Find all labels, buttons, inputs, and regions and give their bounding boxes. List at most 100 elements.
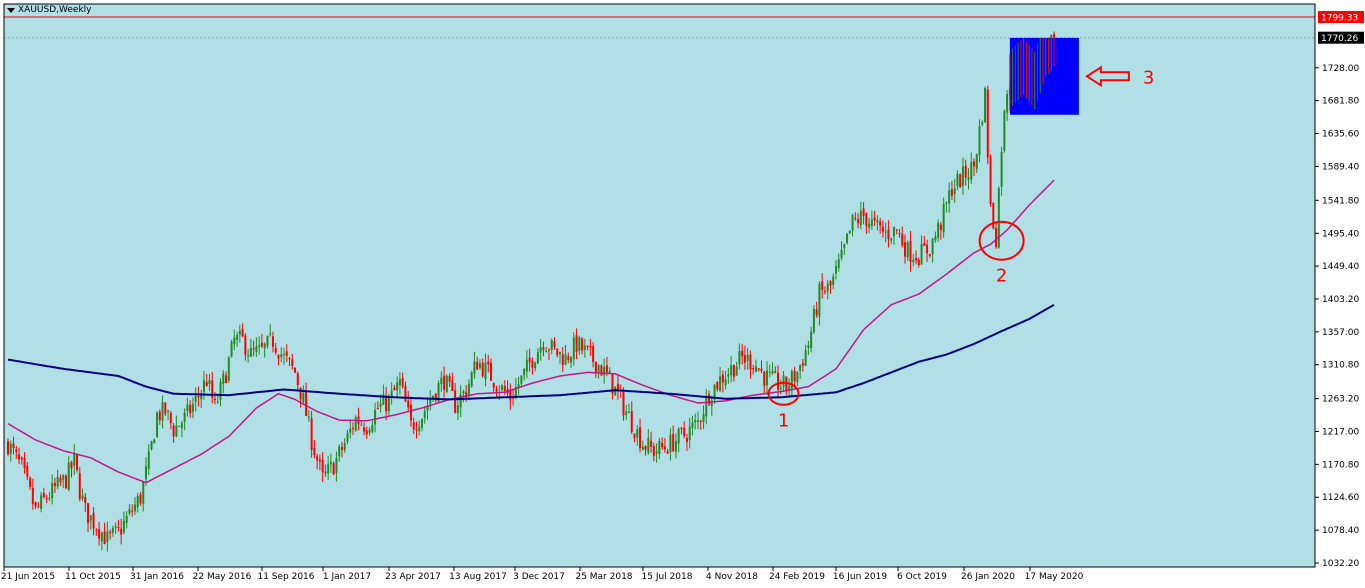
candle-body [9,443,12,455]
candle-body [81,495,84,499]
candle-body [669,434,672,453]
candle-body [440,377,443,385]
candle-body [749,354,752,370]
candle-body [263,343,266,349]
x-tick-label: 11 Oct 2015 [65,572,121,582]
candle-body [136,496,139,508]
candle-body [481,362,484,377]
dropdown-triangle-icon[interactable] [7,7,15,13]
candle-body [216,401,219,403]
candle-body [98,528,101,539]
candle-body [202,380,205,392]
candle-body [59,477,62,483]
candle-body [801,362,804,366]
x-tick-label: 21 Jun 2015 [1,572,55,582]
candle-body [401,378,404,387]
candle-body [40,495,43,509]
candle-body [445,376,448,393]
candle-body [691,422,694,428]
candle-body [352,428,354,430]
candle-body [633,433,636,439]
candle-body [857,219,860,224]
annotation-label: 3 [1143,67,1154,88]
candle-body [208,380,211,385]
candle-body [158,411,161,421]
candle-body [760,368,763,371]
candle-body [743,355,746,363]
candle-body [561,354,564,366]
candle-body [476,361,479,370]
candle-body [570,357,573,363]
y-tick-label: 1541.80 [1322,196,1359,206]
x-tick-label: 13 Aug 2017 [449,572,507,582]
candle-body [721,374,724,383]
candle-body [291,359,294,366]
candle-body [310,418,313,450]
candle-body [826,283,829,292]
y-tick-label: 1078.40 [1322,526,1359,536]
candle-body [901,233,904,245]
candle-body [343,443,346,451]
candle-body [147,451,150,470]
chart-title[interactable]: XAUUSD,Weekly [7,5,92,15]
candle-body [862,208,865,216]
candle-body [605,365,608,373]
candle-body [564,354,567,365]
high-price-tag: 1799.33 [1321,14,1358,24]
candle-body [87,503,90,523]
candle-body [727,374,730,377]
candle-body [774,371,777,373]
candle-body [67,462,70,490]
candle-body [752,368,755,370]
candle-body [553,341,556,347]
candle-body [920,244,923,265]
candle-body [672,434,675,451]
candle-body [741,350,744,357]
candle-body [443,375,446,390]
candle-body [172,425,175,437]
candle-body [371,424,374,432]
candle-body [975,154,978,170]
candle-body [167,410,170,412]
candle-body [829,280,832,286]
candle-body [142,481,145,504]
symbol-timeframe-label: XAUUSD,Weekly [18,5,92,15]
candle-body [318,459,321,462]
candle-body [865,213,868,227]
candle-body [56,476,59,487]
candle-body [191,403,194,412]
candle-body [812,308,815,332]
candle-body [302,392,305,402]
candle-body [128,508,131,514]
candle-body [178,425,181,427]
candle-body [467,383,470,395]
candle-body [636,429,639,438]
candle-body [409,404,412,421]
candle-body [398,379,401,386]
candle-body [194,395,197,402]
candle-body [592,345,595,363]
candle-body [95,530,98,532]
candle-body [793,370,796,381]
candle-body [189,404,192,414]
candle-body [299,387,302,400]
candle-body [702,414,705,423]
candle-body [412,422,415,430]
candle-body [114,526,117,528]
candle-body [183,412,186,422]
candle-body [139,494,142,504]
y-tick-label: 1449.40 [1322,262,1359,272]
y-tick-label: 1124.60 [1322,493,1359,503]
candle-body [73,453,76,466]
candle-body [622,392,625,416]
candle-body [31,488,34,505]
candle-body [305,390,308,416]
candle-body [868,223,871,228]
candle-body [697,420,699,422]
x-tick-label: 6 Oct 2019 [897,572,947,582]
candle-body [385,395,388,412]
candle-body [451,380,454,392]
candle-body [705,395,708,417]
candle-body [387,396,390,411]
candle-body [501,385,504,391]
